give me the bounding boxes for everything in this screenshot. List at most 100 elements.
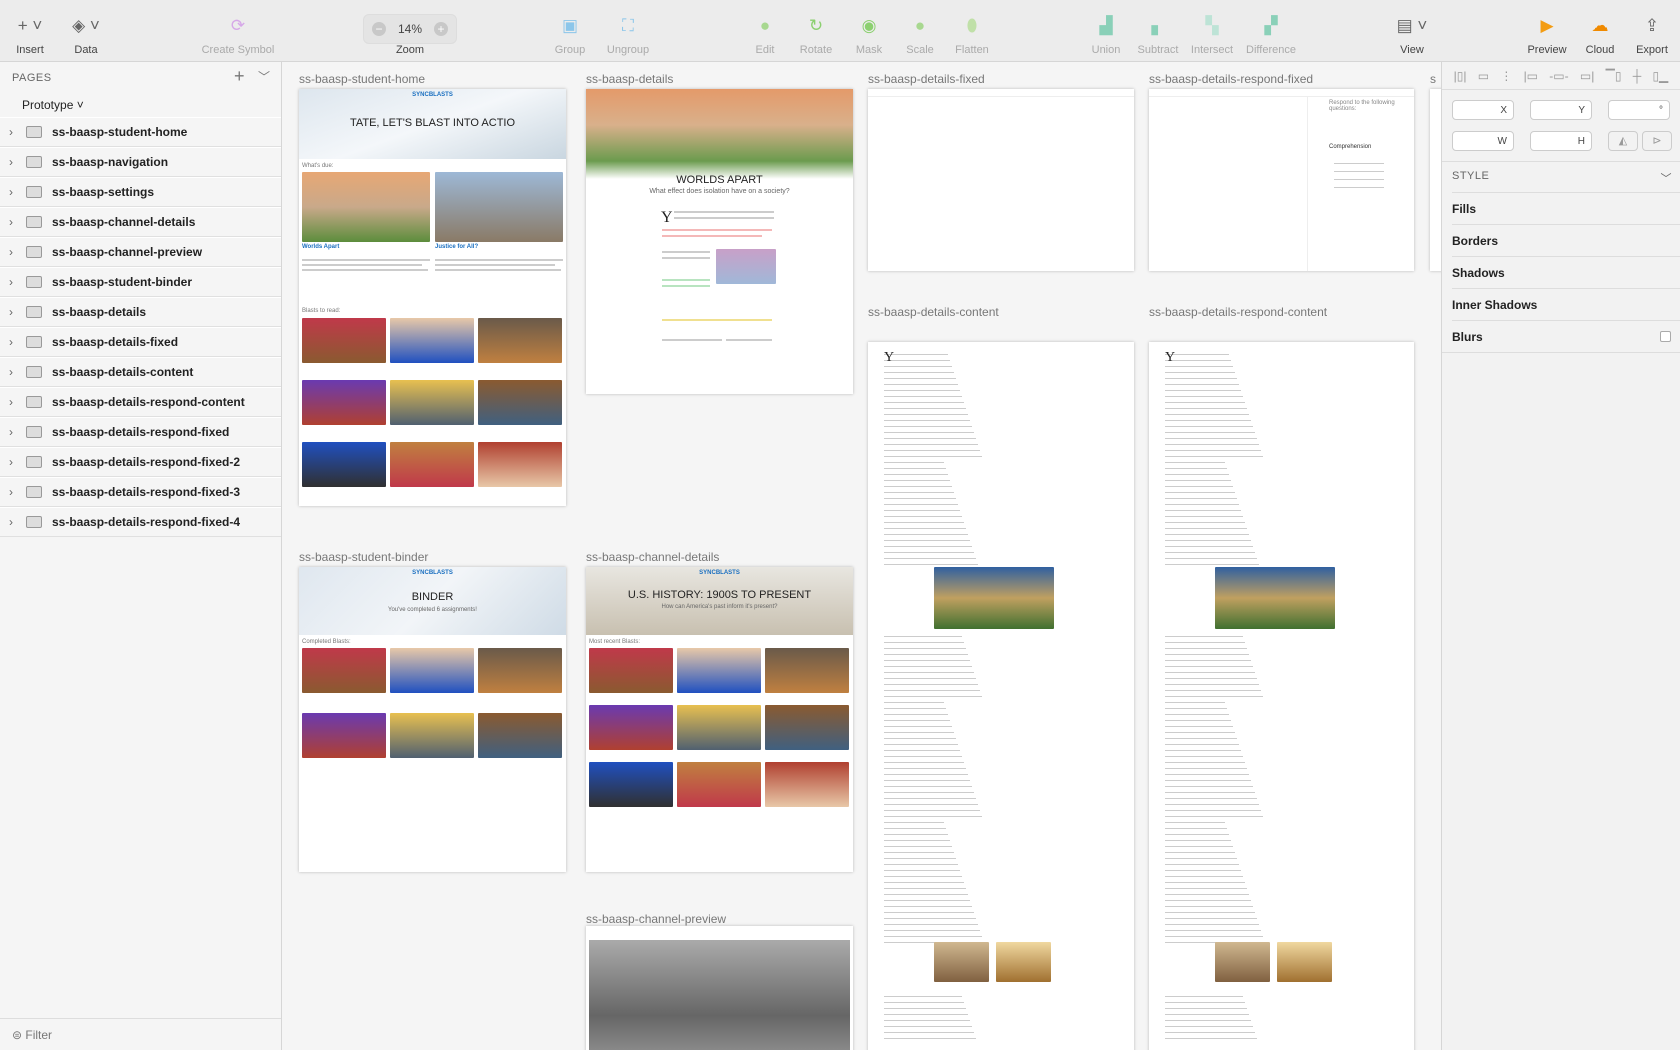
blast-thumbnail[interactable] (765, 648, 849, 693)
chevron-right-icon[interactable]: › (0, 515, 22, 529)
artboard-label[interactable]: ss-baasp-student-binder (299, 550, 428, 564)
artboard-label[interactable]: ss-baasp-details-respond-fixed (1149, 72, 1313, 86)
fills-section[interactable]: Fills (1452, 192, 1680, 224)
artboard-channel-details[interactable]: SYNCBLASTS U.S. HISTORY: 1900S TO PRESEN… (586, 567, 853, 872)
height-field[interactable]: H (1530, 131, 1592, 151)
blast-thumbnail[interactable] (302, 713, 386, 758)
align-top-icon[interactable]: ▔▯ (1606, 69, 1622, 83)
chevron-right-icon[interactable]: › (0, 275, 22, 289)
artboard-label[interactable]: ss-baasp-student-home (299, 72, 425, 86)
artboard-channel-preview[interactable] (586, 926, 853, 1050)
collapse-pages-button[interactable]: ﹀ (258, 68, 270, 85)
page-selector[interactable]: Prototype ˅ (22, 98, 84, 112)
create-symbol-button[interactable]: ⟳ Create Symbol (198, 14, 278, 56)
zoom-in-button[interactable]: + (434, 22, 449, 36)
chevron-right-icon[interactable]: › (0, 425, 22, 439)
export-button[interactable]: ⇪ Export (1612, 14, 1680, 56)
artboard-label[interactable]: ss-baasp-channel-details (586, 550, 719, 564)
blast-thumbnail[interactable] (478, 442, 562, 487)
add-page-button[interactable]: + (234, 66, 245, 87)
blast-thumbnail[interactable] (390, 713, 474, 758)
artboard-item[interactable]: › ss-baasp-details-respond-fixed (0, 417, 281, 447)
artboard-details-fixed[interactable] (868, 89, 1134, 271)
artboard-student-binder[interactable]: SYNCBLASTS BINDER You've completed 6 ass… (299, 567, 566, 872)
blast-thumbnail[interactable] (677, 648, 761, 693)
blast-thumbnail[interactable] (478, 713, 562, 758)
blast-thumbnail[interactable] (677, 705, 761, 750)
artboard-item[interactable]: › ss-baasp-details-respond-fixed-3 (0, 477, 281, 507)
blast-thumbnail[interactable] (390, 318, 474, 363)
artboard-item[interactable]: › ss-baasp-student-home (0, 117, 281, 147)
blast-thumbnail[interactable] (765, 762, 849, 807)
blast-thumbnail[interactable] (390, 380, 474, 425)
difference-button[interactable]: ▞ Difference (1231, 14, 1311, 56)
chevron-right-icon[interactable]: › (0, 215, 22, 229)
flip-vertical-button[interactable]: ⊳ (1642, 131, 1672, 151)
chevron-right-icon[interactable]: › (0, 245, 22, 259)
view-button[interactable]: ▤ ˅ View (1372, 14, 1452, 56)
card-title[interactable]: Worlds Apart (302, 244, 339, 250)
align-middle-icon[interactable]: ┼ (1633, 69, 1642, 83)
chevron-right-icon[interactable]: › (0, 455, 22, 469)
artboard-details-content[interactable]: Y (868, 342, 1134, 1050)
artboard-item[interactable]: › ss-baasp-details-respond-fixed-4 (0, 507, 281, 537)
blast-thumbnail[interactable] (390, 648, 474, 693)
chevron-right-icon[interactable]: › (0, 365, 22, 379)
blast-thumbnail[interactable] (302, 648, 386, 693)
width-field[interactable]: W (1452, 131, 1514, 151)
borders-section[interactable]: Borders (1452, 224, 1680, 256)
artboard-label[interactable]: ss-baasp-details-fixed (868, 72, 985, 86)
artboard-details-respond-fixed[interactable]: Respond to the following questions: Comp… (1149, 89, 1414, 271)
video-thumbnail[interactable] (716, 249, 776, 284)
canvas[interactable]: ss-baasp-student-home SYNCBLASTS TATE, L… (283, 62, 1441, 1050)
artboard-item[interactable]: › ss-baasp-details-content (0, 357, 281, 387)
align-bottom-icon[interactable]: ▯▁ (1652, 69, 1668, 83)
artboard-student-home[interactable]: SYNCBLASTS TATE, LET'S BLAST INTO ACTIO … (299, 89, 566, 506)
blast-thumbnail[interactable] (478, 318, 562, 363)
blast-thumbnail[interactable] (589, 762, 673, 807)
chevron-right-icon[interactable]: › (0, 185, 22, 199)
blast-thumbnail[interactable] (589, 705, 673, 750)
data-button[interactable]: ◈ ˅ Data (46, 14, 126, 56)
artboard-label[interactable]: s (1430, 72, 1436, 86)
zoom-value[interactable]: 14% (398, 17, 422, 41)
artboard-item[interactable]: › ss-baasp-details-respond-content (0, 387, 281, 417)
artboard-label[interactable]: ss-baasp-details (586, 72, 673, 86)
flatten-button[interactable]: ⬮ Flatten (932, 14, 1012, 56)
chevron-right-icon[interactable]: › (0, 485, 22, 499)
blast-thumbnail[interactable] (765, 705, 849, 750)
artboard-item[interactable]: › ss-baasp-details (0, 297, 281, 327)
align-right-icon[interactable]: ▭| (1580, 69, 1594, 83)
chevron-right-icon[interactable]: › (0, 305, 22, 319)
artboard-label[interactable]: ss-baasp-details-respond-content (1149, 305, 1327, 319)
distribute-vertical-icon[interactable]: ▭ (1478, 69, 1489, 83)
artboard-details[interactable]: WORLDS APART What effect does isolation … (586, 89, 853, 394)
artboard-item[interactable]: › ss-baasp-channel-details (0, 207, 281, 237)
blast-thumbnail[interactable] (478, 648, 562, 693)
distribute-horizontal-icon[interactable]: |▯| (1454, 69, 1467, 83)
blast-thumbnail[interactable] (302, 442, 386, 487)
artboard-item[interactable]: › ss-baasp-student-binder (0, 267, 281, 297)
flip-horizontal-button[interactable]: ◭ (1608, 131, 1638, 151)
chevron-right-icon[interactable]: › (0, 125, 22, 139)
artboard-item[interactable]: › ss-baasp-settings (0, 177, 281, 207)
card-title[interactable]: Justice for All? (435, 244, 478, 250)
y-field[interactable]: Y (1530, 100, 1592, 120)
artboard-label[interactable]: ss-baasp-details-content (868, 305, 999, 319)
chevron-right-icon[interactable]: › (0, 395, 22, 409)
shadows-section[interactable]: Shadows (1452, 256, 1680, 288)
artboard-item[interactable]: › ss-baasp-channel-preview (0, 237, 281, 267)
video-preview[interactable] (589, 940, 850, 1050)
rotation-field[interactable]: ° (1608, 100, 1670, 120)
chevron-right-icon[interactable]: › (0, 335, 22, 349)
more-icon[interactable]: ⋮ (1500, 69, 1512, 83)
chevron-right-icon[interactable]: › (0, 155, 22, 169)
blast-thumbnail[interactable] (589, 648, 673, 693)
artboard-item[interactable]: › ss-baasp-navigation (0, 147, 281, 177)
artboard-item[interactable]: › ss-baasp-details-fixed (0, 327, 281, 357)
align-center-icon[interactable]: -▭- (1549, 69, 1568, 83)
blast-thumbnail[interactable] (677, 762, 761, 807)
filter-input[interactable]: ⊜ Filter (0, 1018, 281, 1050)
blast-thumbnail[interactable] (302, 318, 386, 363)
blast-thumbnail[interactable] (302, 380, 386, 425)
